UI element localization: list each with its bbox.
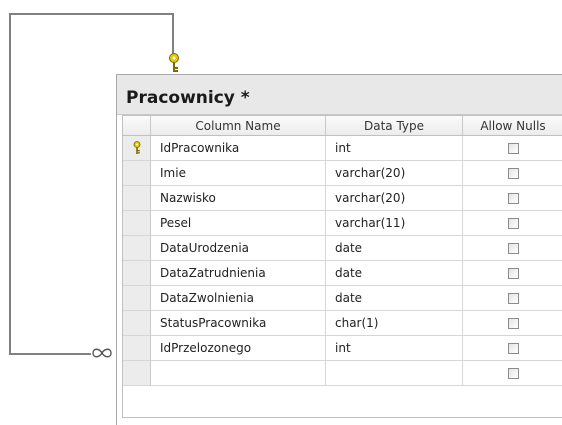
table-row[interactable]: Imie varchar(20) (123, 161, 562, 186)
columns-grid[interactable]: Column Name Data Type Allow Nulls IdPrac… (122, 115, 562, 418)
row-selector[interactable] (123, 311, 151, 336)
allow-nulls-checkbox[interactable] (507, 317, 519, 329)
table-row[interactable] (123, 361, 562, 386)
column-name-cell[interactable]: IdPrzelozonego (151, 336, 326, 361)
column-name-cell[interactable]: Imie (151, 161, 326, 186)
row-selector[interactable] (123, 211, 151, 236)
allow-nulls-cell (463, 336, 562, 361)
table-row[interactable]: Nazwisko varchar(20) (123, 186, 562, 211)
allow-nulls-cell (463, 211, 562, 236)
row-selector[interactable] (123, 261, 151, 286)
data-type-cell[interactable]: varchar(20) (326, 186, 463, 211)
allow-nulls-cell (463, 236, 562, 261)
primary-key-icon (133, 141, 140, 154)
row-selector[interactable] (123, 361, 151, 386)
relationship-key-icon (169, 53, 179, 72)
column-name-cell[interactable] (151, 361, 326, 386)
table-row[interactable]: IdPracownika int (123, 136, 562, 161)
row-selector[interactable] (123, 286, 151, 311)
data-type-cell[interactable]: int (326, 336, 463, 361)
row-selector-header[interactable] (123, 116, 151, 136)
allow-nulls-checkbox[interactable] (507, 167, 519, 179)
data-type-header[interactable]: Data Type (326, 116, 463, 136)
data-type-cell[interactable]: date (326, 261, 463, 286)
allow-nulls-cell (463, 361, 562, 386)
allow-nulls-checkbox[interactable] (507, 367, 519, 379)
allow-nulls-checkbox[interactable] (507, 267, 519, 279)
column-name-cell[interactable]: Pesel (151, 211, 326, 236)
column-name-cell[interactable]: StatusPracownika (151, 311, 326, 336)
table-title: Pracownicy * (126, 88, 250, 108)
allow-nulls-checkbox[interactable] (507, 217, 519, 229)
table-row[interactable]: DataZwolnienia date (123, 286, 562, 311)
allow-nulls-cell (463, 311, 562, 336)
allow-nulls-cell (463, 161, 562, 186)
data-type-cell[interactable]: int (326, 136, 463, 161)
row-selector[interactable] (123, 161, 151, 186)
grid-header: Column Name Data Type Allow Nulls (123, 116, 562, 136)
grid-rows: IdPracownika int Imie varchar(20) Nazwisko va… (123, 136, 562, 386)
data-type-cell[interactable]: date (326, 236, 463, 261)
table-title-bar[interactable]: Pracownicy * (117, 75, 562, 115)
allow-nulls-cell (463, 261, 562, 286)
allow-nulls-checkbox[interactable] (507, 242, 519, 254)
allow-nulls-cell (463, 136, 562, 161)
data-type-cell[interactable] (326, 361, 463, 386)
table-row[interactable]: DataUrodzenia date (123, 236, 562, 261)
allow-nulls-checkbox[interactable] (507, 292, 519, 304)
column-name-cell[interactable]: DataUrodzenia (151, 236, 326, 261)
relationship-line-right[interactable] (172, 13, 174, 55)
table-row[interactable]: Pesel varchar(11) (123, 211, 562, 236)
column-name-cell[interactable]: DataZwolnienia (151, 286, 326, 311)
column-name-cell[interactable]: DataZatrudnienia (151, 261, 326, 286)
column-name-cell[interactable]: IdPracownika (151, 136, 326, 161)
data-type-cell[interactable]: varchar(11) (326, 211, 463, 236)
table-window[interactable]: Pracownicy * Column Name Data Type Allow… (116, 74, 562, 425)
relationship-line-left[interactable] (9, 13, 11, 355)
allow-nulls-checkbox[interactable] (507, 342, 519, 354)
column-name-cell[interactable]: Nazwisko (151, 186, 326, 211)
relationship-line-top[interactable] (9, 13, 174, 15)
column-name-header[interactable]: Column Name (151, 116, 326, 136)
table-row[interactable]: DataZatrudnienia date (123, 261, 562, 286)
row-selector[interactable] (123, 136, 151, 161)
row-selector[interactable] (123, 186, 151, 211)
allow-nulls-header[interactable]: Allow Nulls (463, 116, 562, 136)
allow-nulls-cell (463, 286, 562, 311)
data-type-cell[interactable]: date (326, 286, 463, 311)
allow-nulls-checkbox[interactable] (507, 192, 519, 204)
data-type-cell[interactable]: varchar(20) (326, 161, 463, 186)
relationship-line-bottom[interactable] (9, 353, 91, 355)
table-row[interactable]: IdPrzelozonego int (123, 336, 562, 361)
allow-nulls-cell (463, 186, 562, 211)
row-selector[interactable] (123, 336, 151, 361)
relationship-infinity-icon (92, 348, 112, 358)
table-row[interactable]: StatusPracownika char(1) (123, 311, 562, 336)
data-type-cell[interactable]: char(1) (326, 311, 463, 336)
allow-nulls-checkbox[interactable] (507, 142, 519, 154)
row-selector[interactable] (123, 236, 151, 261)
